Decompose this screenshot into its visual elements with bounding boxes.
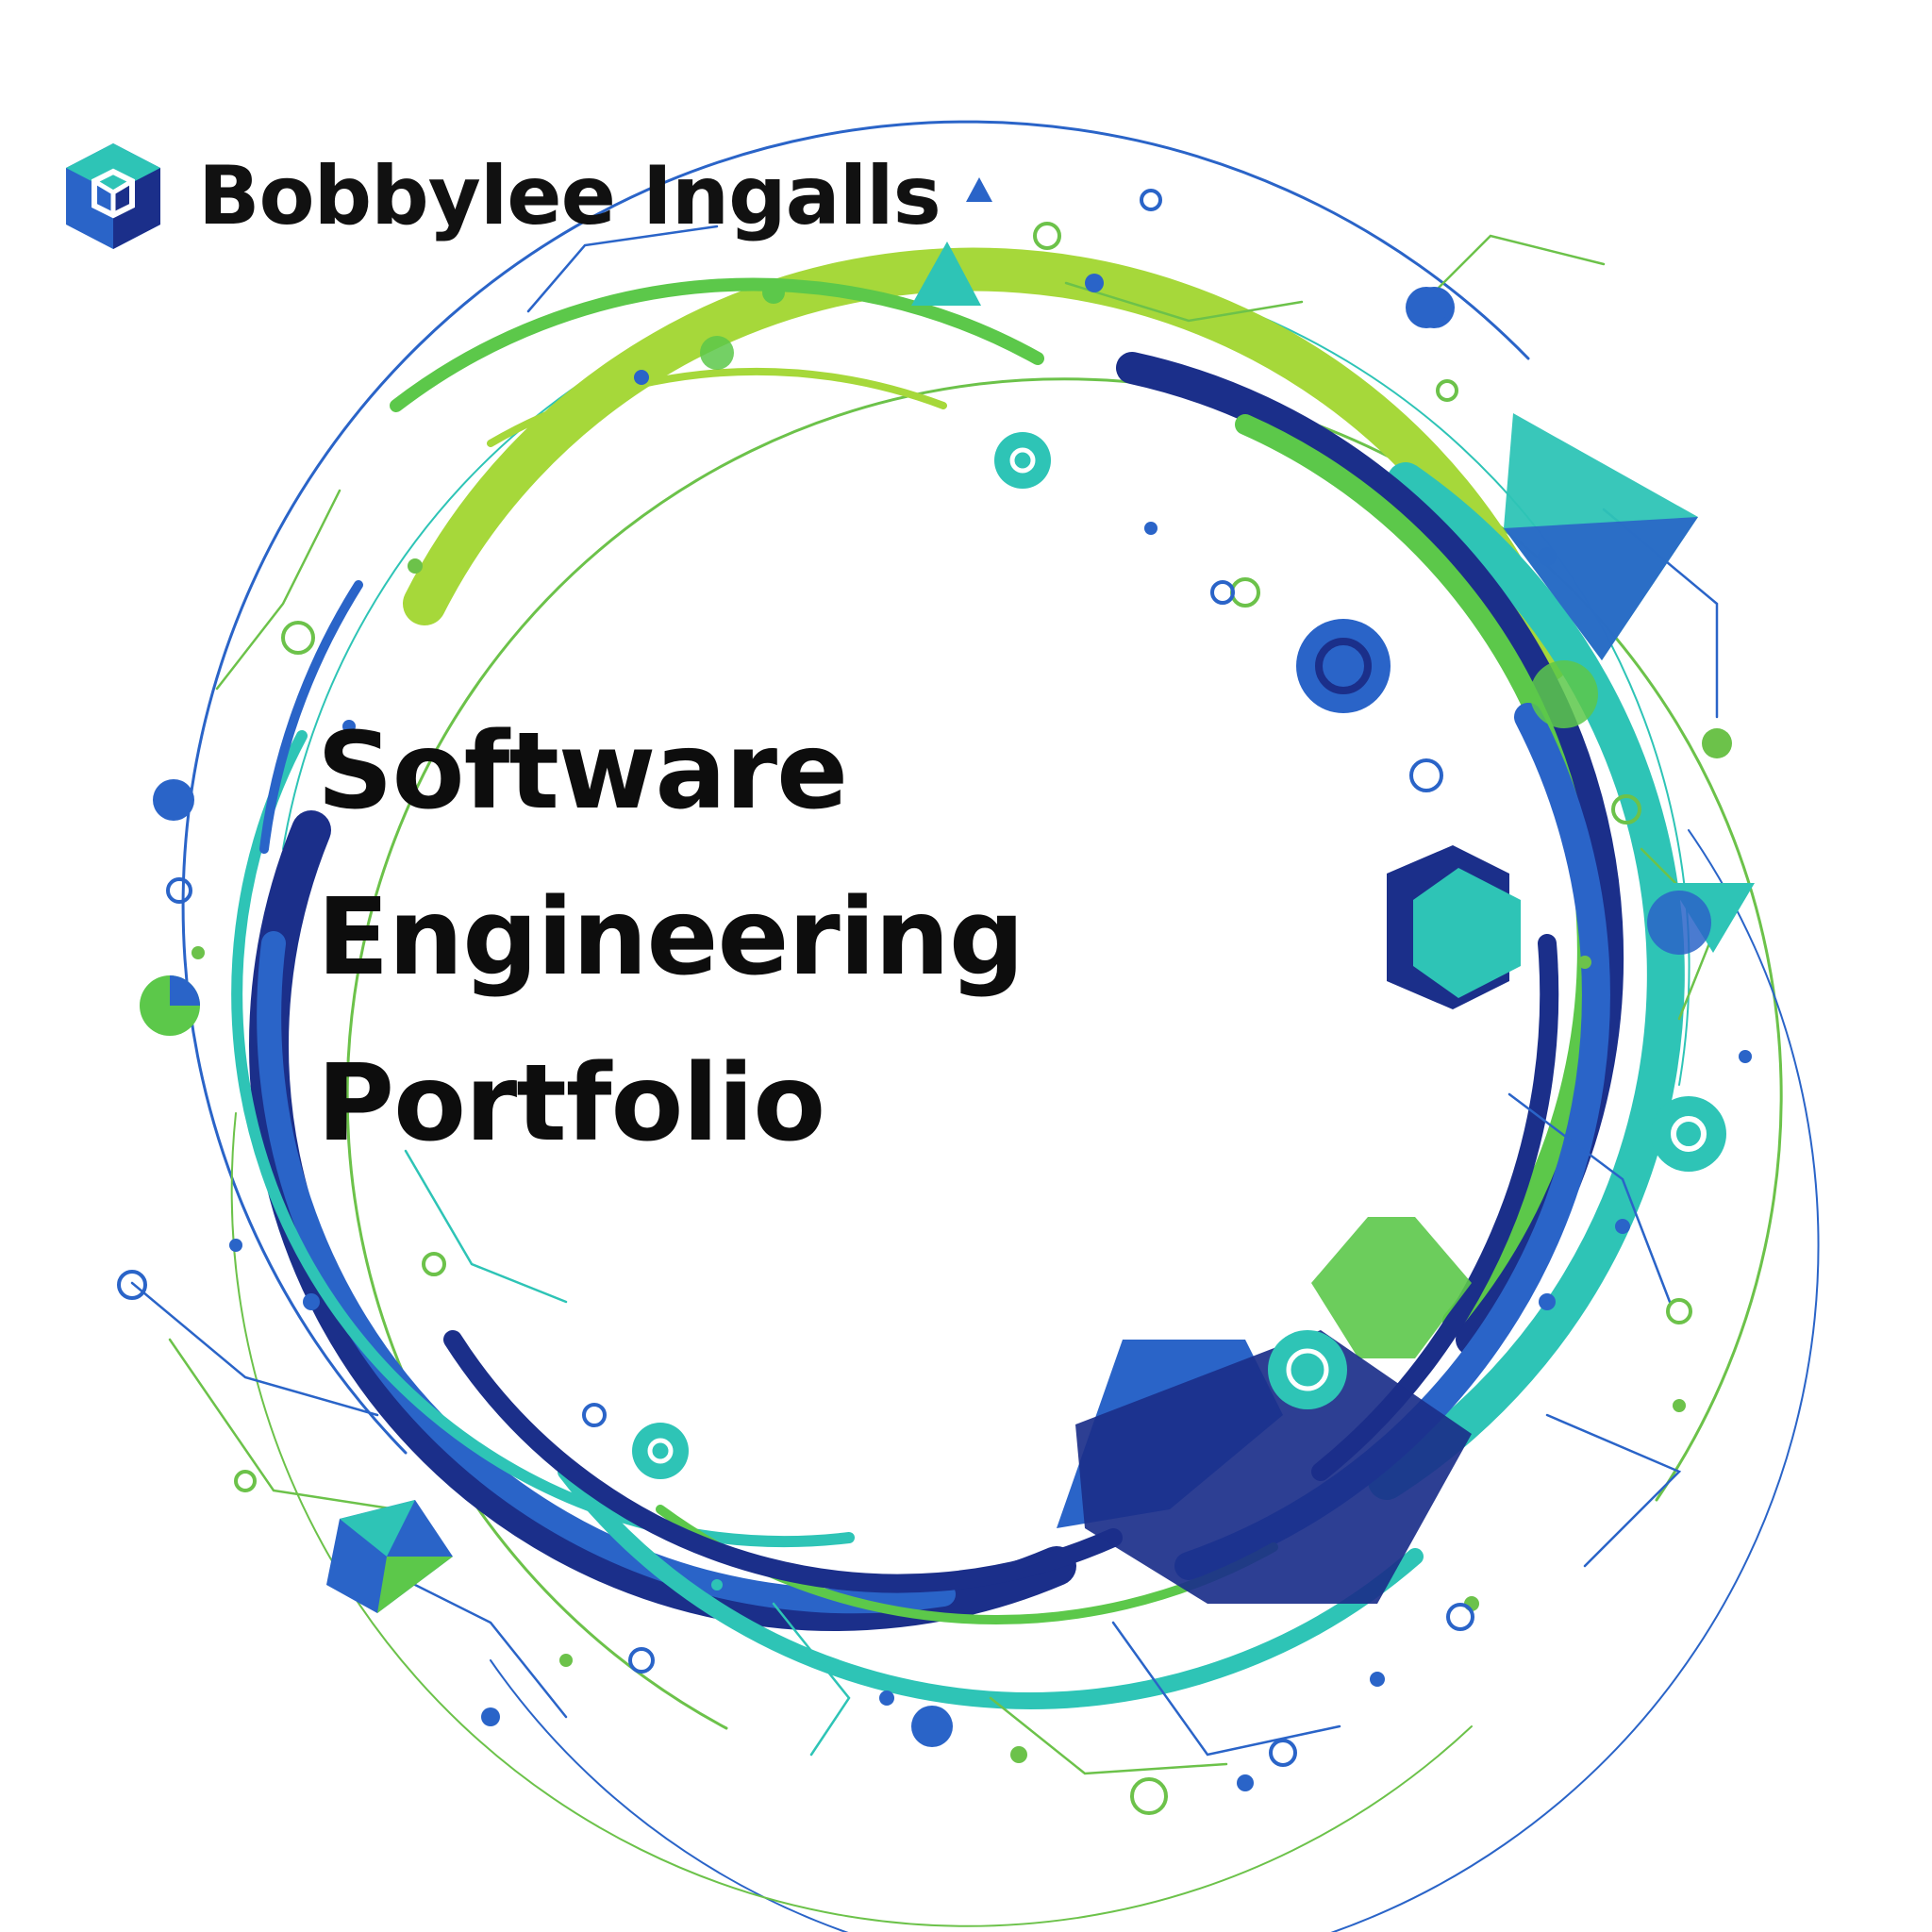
brand-header: Bobbylee Ingalls (60, 140, 941, 253)
title-line-3: Portfolio (317, 1042, 825, 1165)
author-name: Bobbylee Ingalls (198, 149, 941, 243)
page-title: Software Engineering Portfolio (317, 689, 1024, 1187)
title-line-1: Software (317, 710, 848, 833)
portfolio-cover: Bobbylee Ingalls Software Engineering Po… (0, 0, 1932, 1932)
cube-icon (66, 143, 160, 249)
title-line-2: Engineering (317, 876, 1024, 999)
